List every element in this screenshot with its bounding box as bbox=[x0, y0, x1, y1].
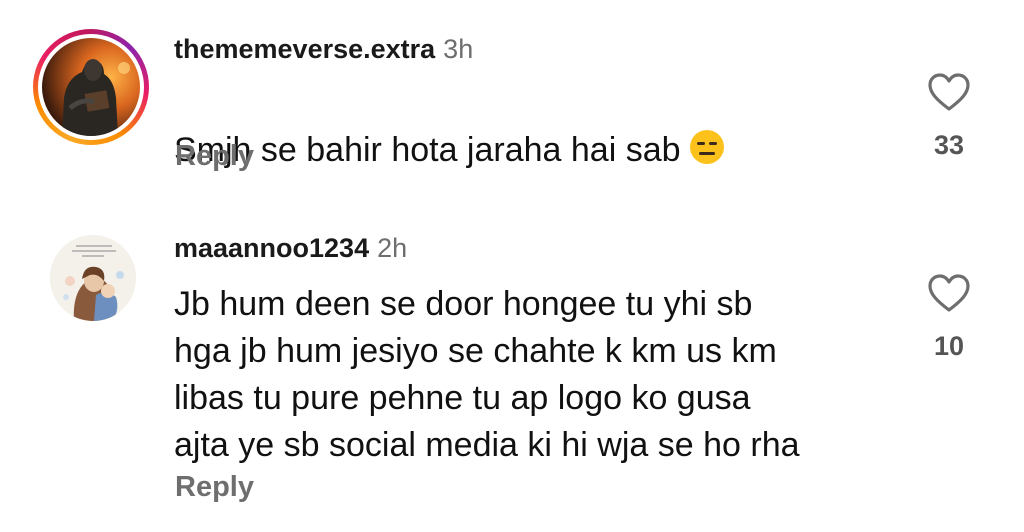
mother-hug-picture bbox=[50, 235, 136, 321]
comment-item: maaannoo1234 2h Jb hum deen se door honge… bbox=[0, 0, 1024, 532]
heart-outline-icon[interactable] bbox=[927, 273, 971, 313]
avatar[interactable] bbox=[50, 235, 136, 321]
reply-button[interactable]: Reply bbox=[175, 471, 254, 504]
username[interactable]: maaannoo1234 bbox=[174, 233, 369, 263]
like-count: 10 bbox=[933, 331, 965, 361]
like-control: 10 bbox=[919, 273, 979, 362]
comment-text: Jb hum deen se door hongee tu yhi sb hga… bbox=[174, 285, 800, 464]
avatar-image bbox=[50, 235, 136, 321]
timestamp: 2h bbox=[377, 233, 408, 263]
comment-header: maaannoo1234 2h bbox=[174, 233, 407, 264]
